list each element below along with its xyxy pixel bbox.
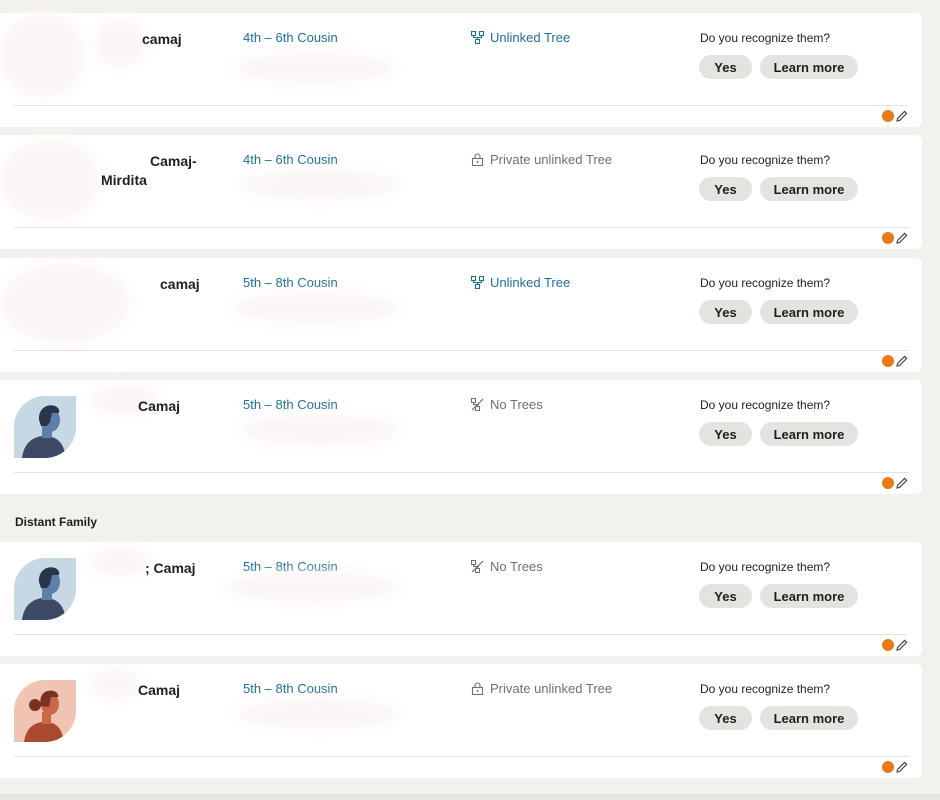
avatar[interactable] xyxy=(14,680,76,742)
no-tree-icon xyxy=(471,560,484,573)
match-card: Camaj 5th – 8th Cousin No Trees Do you r… xyxy=(0,380,922,494)
match-name[interactable]: Camaj xyxy=(138,397,180,416)
relationship-link[interactable]: 4th – 6th Cousin xyxy=(243,30,338,45)
divider xyxy=(14,105,908,106)
recognize-question: Do you recognize them? xyxy=(700,276,831,290)
section-title-distant-family: Distant Family xyxy=(15,515,98,529)
divider xyxy=(14,756,908,757)
yes-button[interactable]: Yes xyxy=(699,422,752,446)
redacted-photo xyxy=(0,140,100,220)
match-card: camaj 5th – 8th Cousin Unlinked Tree Do … xyxy=(0,258,922,372)
match-card: camaj 4th – 6th Cousin Unlinked Tree Do … xyxy=(0,13,922,127)
recognize-question: Do you recognize them? xyxy=(700,560,831,574)
redacted-photo xyxy=(0,263,130,343)
learn-more-button[interactable]: Learn more xyxy=(760,300,858,324)
tree-status-label: Private unlinked Tree xyxy=(490,152,613,167)
orange-dot-icon[interactable] xyxy=(882,761,894,773)
pencil-icon[interactable] xyxy=(896,355,908,367)
male-silhouette-icon xyxy=(22,405,66,458)
bottom-edge xyxy=(0,794,940,800)
match-name[interactable]: camaj xyxy=(142,30,182,49)
female-silhouette-icon xyxy=(24,690,64,742)
avatar[interactable] xyxy=(14,558,76,620)
match-card: ; Camaj 5th – 8th Cousin No Trees Do you… xyxy=(0,542,922,656)
match-name[interactable]: ; Camaj xyxy=(145,559,196,578)
tree-status[interactable]: No Trees xyxy=(471,397,543,412)
orange-dot-icon[interactable] xyxy=(882,477,894,489)
tree-status-label: Private unlinked Tree xyxy=(490,681,613,696)
yes-button[interactable]: Yes xyxy=(699,300,752,324)
relationship-link[interactable]: 4th – 6th Cousin xyxy=(243,152,338,167)
tree-icon xyxy=(471,31,484,44)
no-tree-icon xyxy=(471,398,484,411)
redacted-detail xyxy=(235,699,400,729)
tree-status-label: Unlinked Tree xyxy=(490,275,571,290)
yes-button[interactable]: Yes xyxy=(699,55,752,79)
recognize-question: Do you recognize them? xyxy=(700,31,831,45)
redacted-area xyxy=(90,669,140,699)
recognize-question: Do you recognize them? xyxy=(700,153,831,167)
match-name[interactable]: Camaj- Mirdita xyxy=(101,152,211,190)
relationship-link[interactable]: 5th – 8th Cousin xyxy=(243,275,338,290)
divider xyxy=(14,472,908,473)
tree-status-label: No Trees xyxy=(490,397,543,412)
yes-button[interactable]: Yes xyxy=(699,584,752,608)
learn-more-button[interactable]: Learn more xyxy=(760,422,858,446)
redacted-detail xyxy=(225,572,400,602)
learn-more-button[interactable]: Learn more xyxy=(760,584,858,608)
learn-more-button[interactable]: Learn more xyxy=(760,706,858,730)
lock-icon xyxy=(471,682,484,695)
tree-icon xyxy=(471,276,484,289)
learn-more-button[interactable]: Learn more xyxy=(760,177,858,201)
tree-status[interactable]: Private unlinked Tree xyxy=(471,681,612,696)
relationship-link[interactable]: 5th – 8th Cousin xyxy=(243,681,338,696)
pencil-icon[interactable] xyxy=(896,232,908,244)
redacted-detail xyxy=(240,170,400,200)
match-card: Camaj- Mirdita 4th – 6th Cousin Private … xyxy=(0,135,922,249)
match-name[interactable]: camaj xyxy=(160,275,200,294)
learn-more-button[interactable]: Learn more xyxy=(760,55,858,79)
tree-status[interactable]: Private unlinked Tree xyxy=(471,152,612,167)
redacted-detail xyxy=(230,293,400,323)
divider xyxy=(14,350,908,351)
male-silhouette-icon xyxy=(22,567,66,620)
redacted-area xyxy=(95,18,145,68)
yes-button[interactable]: Yes xyxy=(699,177,752,201)
orange-dot-icon[interactable] xyxy=(882,639,894,651)
tree-status[interactable]: Unlinked Tree xyxy=(471,30,570,45)
tree-status-label: Unlinked Tree xyxy=(490,30,571,45)
pencil-icon[interactable] xyxy=(896,110,908,122)
avatar[interactable] xyxy=(14,396,76,458)
divider xyxy=(14,634,908,635)
recognize-question: Do you recognize them? xyxy=(700,682,831,696)
pencil-icon[interactable] xyxy=(896,761,908,773)
match-name[interactable]: Camaj xyxy=(138,681,180,700)
tree-status[interactable]: Unlinked Tree xyxy=(471,275,570,290)
tree-status-label: No Trees xyxy=(490,559,543,574)
recognize-question: Do you recognize them? xyxy=(700,398,831,412)
redacted-photo xyxy=(0,13,85,98)
match-card: Camaj 5th – 8th Cousin Private unlinked … xyxy=(0,664,922,778)
yes-button[interactable]: Yes xyxy=(699,706,752,730)
lock-icon xyxy=(471,153,484,166)
orange-dot-icon[interactable] xyxy=(882,232,894,244)
orange-dot-icon[interactable] xyxy=(882,110,894,122)
tree-status[interactable]: No Trees xyxy=(471,559,543,574)
redacted-detail xyxy=(235,53,395,83)
orange-dot-icon[interactable] xyxy=(882,355,894,367)
divider xyxy=(14,227,908,228)
pencil-icon[interactable] xyxy=(896,639,908,651)
redacted-detail xyxy=(240,415,400,445)
relationship-link[interactable]: 5th – 8th Cousin xyxy=(243,397,338,412)
pencil-icon[interactable] xyxy=(896,477,908,489)
redacted-area xyxy=(90,547,150,577)
